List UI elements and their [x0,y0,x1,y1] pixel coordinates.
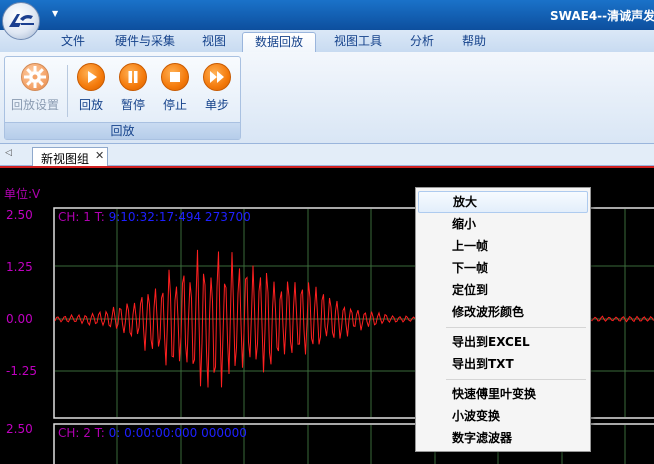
menu-item-zoom-out[interactable]: 缩小 [418,213,588,235]
menu-item-export-excel[interactable]: 导出到EXCEL [418,331,588,353]
y-tick-label: 2.50 [6,422,33,436]
channel-2-label: CH: 2 T: 0: 0:00:00:000 000000 [58,426,247,440]
document-tab-strip: ◁ 新视图组 ✕ [0,144,654,166]
menu-item-digital-filter[interactable]: 数字滤波器 [418,427,588,449]
tab-data-playback[interactable]: 数据回放 [242,32,316,52]
app-menu-button[interactable] [2,2,40,40]
tab-analysis[interactable]: 分析 [400,32,444,52]
play-button[interactable]: 回放 [69,61,113,119]
tab-view-tools[interactable]: 视图工具 [324,32,392,52]
y-tick-label: -1.25 [6,364,38,378]
tab-hardware-acquisition[interactable]: 硬件与采集 [104,32,186,52]
tab-file[interactable]: 文件 [50,32,96,52]
stop-label: 停止 [162,98,187,112]
unit-label: 单位:V [4,187,41,201]
window-title: SWAE4--清诚声发射 [550,9,654,23]
menu-item-export-txt[interactable]: 导出到TXT [418,353,588,375]
menu-item-next-frame[interactable]: 下一帧 [418,257,588,279]
context-menu: 放大 缩小 上一帧 下一帧 定位到 修改波形颜色 导出到EXCEL 导出到TXT… [415,187,591,452]
step-icon [203,63,231,91]
tab-view[interactable]: 视图 [194,32,234,52]
channel-1-time: 9:10:32:17:494 273700 [108,210,251,224]
channel-2-time: 0: 0:00:00:000 000000 [108,426,247,440]
y-tick-label: 0.00 [6,312,33,326]
channel-1-id: CH: 1 T: [58,210,105,224]
menu-item-waveform-color[interactable]: 修改波形颜色 [418,301,588,323]
step-button[interactable]: 单步 [195,61,239,119]
menu-tab-row: 文件 硬件与采集 视图 数据回放 视图工具 分析 帮助 [0,30,654,52]
y-tick-label: 2.50 [6,208,33,222]
menu-item-locate[interactable]: 定位到 [418,279,588,301]
gear-icon [21,63,49,91]
tab-help[interactable]: 帮助 [452,32,496,52]
pause-label: 暂停 [120,98,145,112]
stop-button[interactable]: 停止 [153,61,197,119]
close-icon[interactable]: ✕ [95,149,104,162]
channel-2-id: CH: 2 T: [58,426,105,440]
menu-item-prev-frame[interactable]: 上一帧 [418,235,588,257]
ribbon-group-playback: 回放设置 回放 暂停 停止 单步 回放 [4,56,241,140]
menu-item-wavelet[interactable]: 小波变换 [418,405,588,427]
playback-settings-label: 回放设置 [10,98,59,112]
title-bar: ▼ SWAE4--清诚声发射 [0,0,654,30]
menu-separator [446,327,586,328]
play-icon [77,63,105,91]
document-tab[interactable]: 新视图组 ✕ [32,147,108,166]
playback-settings-button[interactable]: 回放设置 [7,61,63,119]
ribbon-separator [67,65,68,117]
menu-item-zoom-in[interactable]: 放大 [418,191,588,213]
quick-access-dropdown-icon[interactable]: ▼ [52,9,58,18]
y-tick-label: 1.25 [6,260,33,274]
stop-icon [161,63,189,91]
step-label: 单步 [204,98,229,112]
ribbon-group-label: 回放 [5,122,240,139]
menu-separator [446,379,586,380]
tab-scroll-left-icon[interactable]: ◁ [5,148,12,158]
pause-button[interactable]: 暂停 [111,61,155,119]
pause-icon [119,63,147,91]
menu-item-fft[interactable]: 快速傅里叶变换 [418,383,588,405]
document-tab-label: 新视图组 [41,152,90,166]
channel-1-label: CH: 1 T: 9:10:32:17:494 273700 [58,210,251,224]
ribbon: 回放设置 回放 暂停 停止 单步 回放 [0,52,654,144]
play-label: 回放 [78,98,103,112]
app-logo-icon [9,14,34,27]
